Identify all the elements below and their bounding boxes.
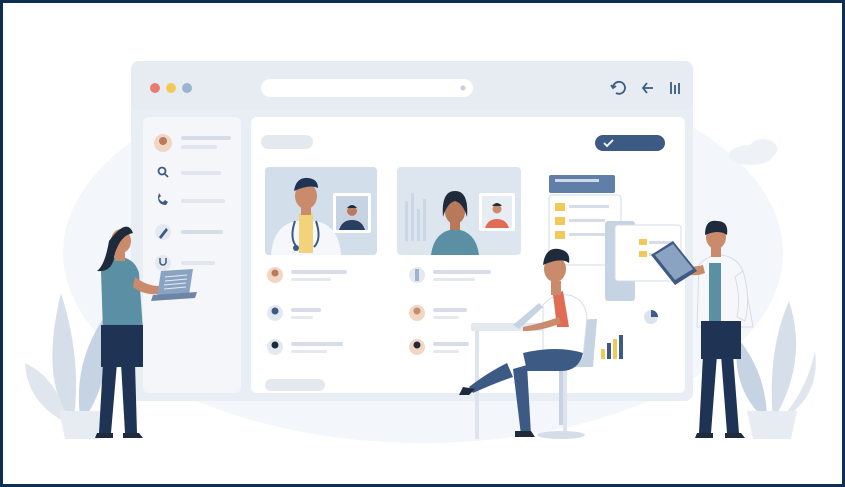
browser-window <box>131 61 693 401</box>
minimize-dot[interactable] <box>166 83 176 93</box>
sidebar <box>143 117 241 393</box>
section-pill <box>261 135 313 149</box>
address-bar-dot-icon <box>460 85 466 91</box>
cloud-shape <box>749 139 777 159</box>
address-bar[interactable] <box>261 79 473 97</box>
confirm-button[interactable] <box>595 135 665 151</box>
close-dot[interactable] <box>150 83 160 93</box>
self-view-thumbnail[interactable] <box>479 193 515 231</box>
telehealth-illustration <box>25 61 816 443</box>
self-view-thumbnail[interactable] <box>333 193 371 233</box>
footer-pill <box>265 379 325 391</box>
illustration-canvas <box>3 3 842 484</box>
video-tile-patient[interactable] <box>397 167 521 255</box>
video-tile-doctor[interactable] <box>265 167 377 255</box>
maximize-dot[interactable] <box>182 83 192 93</box>
